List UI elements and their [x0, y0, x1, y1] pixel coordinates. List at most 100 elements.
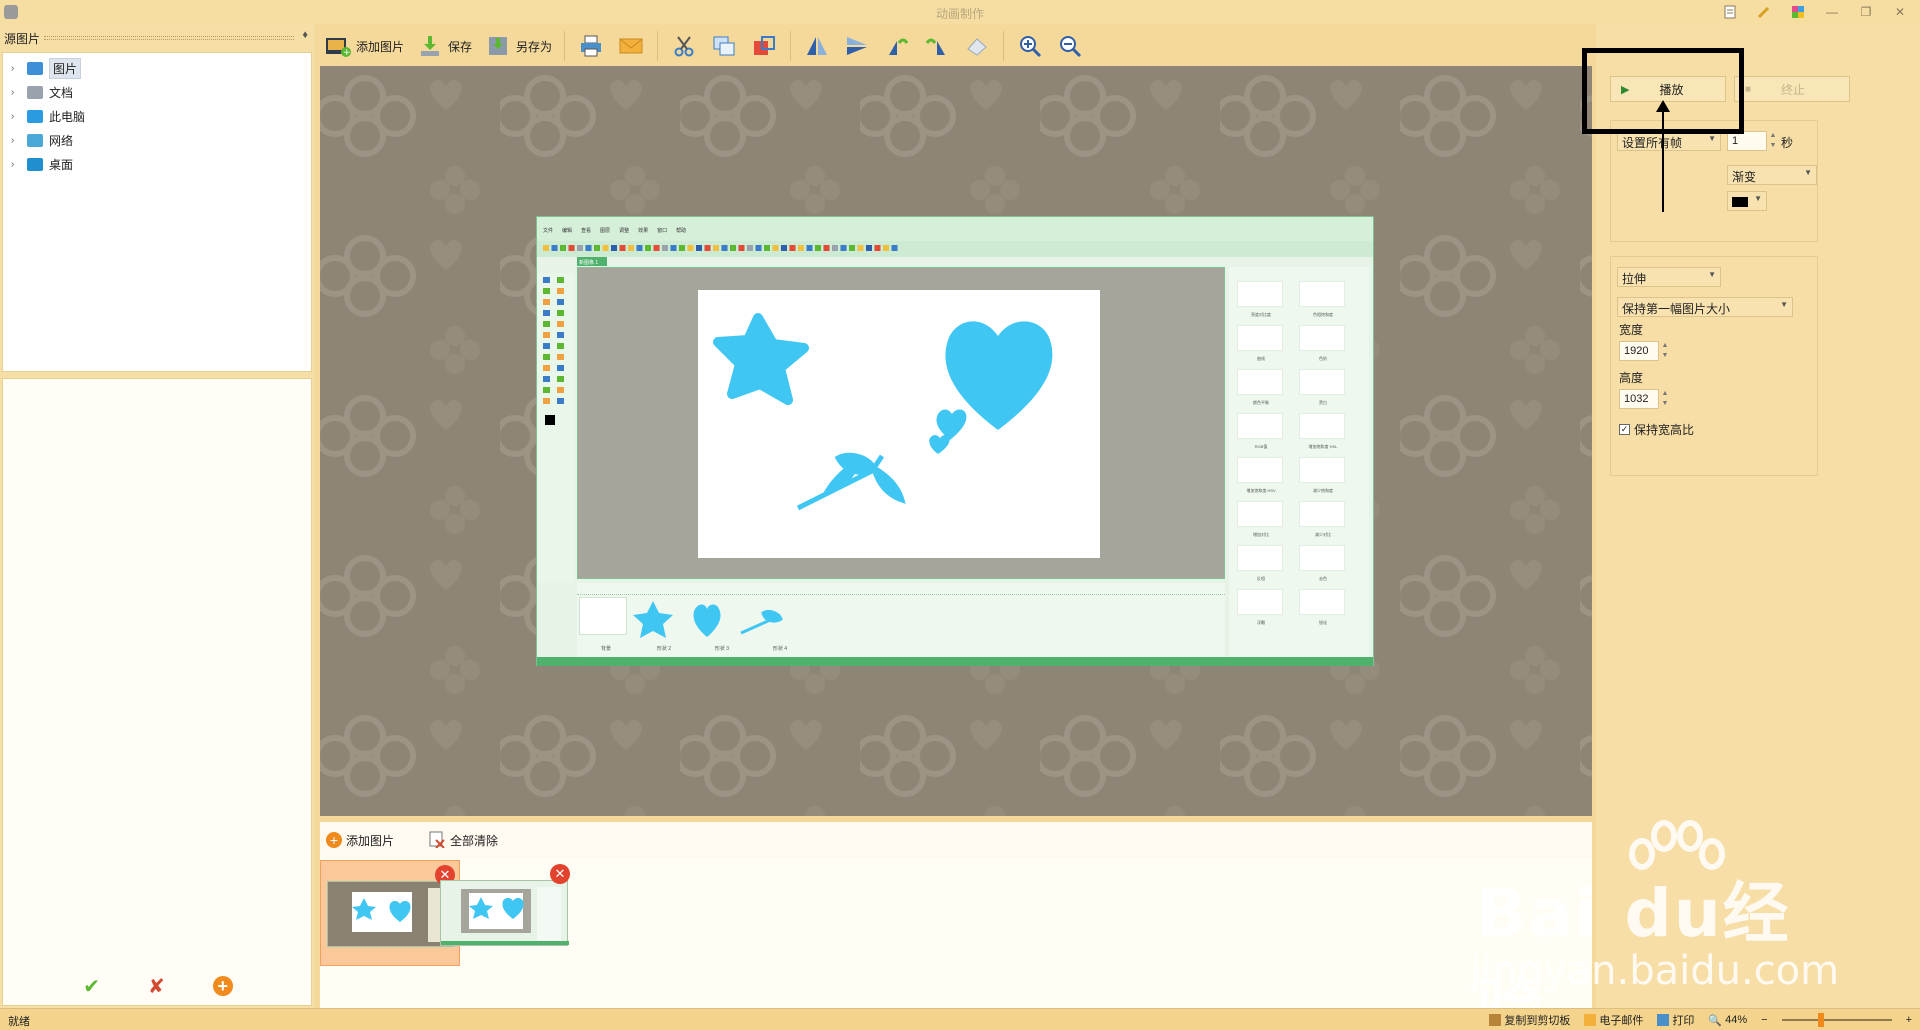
strip-add-image-button[interactable]: + 添加图片 — [326, 832, 394, 849]
preview-toolbar-icons — [543, 245, 898, 251]
stretch-dropdown[interactable]: 拉伸 ▼ — [1617, 267, 1721, 287]
preview-layer-label: 形状 3 — [714, 646, 730, 652]
print-button[interactable] — [571, 28, 611, 64]
preview-adjustment-label: 颜色平衡 — [1253, 400, 1269, 405]
preview-toolbar-icon — [832, 245, 838, 251]
chevron-right-icon[interactable]: › — [11, 87, 21, 98]
check-icon[interactable]: ✔ — [83, 974, 100, 999]
minimize-icon[interactable]: — — [1822, 3, 1842, 21]
preview-adjustment-label: 增加饱和度 HSL — [1308, 444, 1338, 449]
preview-toolbar-icon — [551, 245, 558, 251]
resize-button[interactable] — [744, 28, 784, 64]
file-list-area[interactable]: ✔ ✘ + — [2, 378, 312, 1006]
chevron-down-icon: ▼ — [1708, 134, 1716, 143]
preview-tools — [537, 273, 575, 583]
add-circle-icon[interactable]: + — [212, 976, 233, 996]
save-as-button[interactable]: 另存为 — [478, 28, 558, 64]
preview-adjustment-label: 浮雕 — [1257, 620, 1265, 625]
tree-item-network[interactable]: › 网络 — [3, 128, 311, 152]
chevron-right-icon[interactable]: › — [11, 111, 21, 122]
copy-clipboard-button[interactable]: 复制到剪切板 — [1489, 1012, 1570, 1028]
frame-duration-input[interactable]: 1 — [1727, 131, 1767, 151]
preview-adjustment-tile: 色阶 — [1299, 325, 1345, 361]
preview-toolbar-icon — [781, 245, 787, 251]
height-input[interactable]: 1032 — [1619, 389, 1659, 409]
preview-canvas[interactable]: 文件 编辑 查看 图层 调整 效果 窗口 帮助 新图像 1 亮度对比度 色相饱和度 曲线 色阶 颜色平 — [320, 66, 1592, 816]
preview-toolbar-icon — [619, 245, 626, 251]
zoom-out-button[interactable] — [1050, 28, 1090, 64]
tree-item-this-pc[interactable]: › 此电脑 — [3, 104, 311, 128]
preview-toolbar-icon — [849, 245, 855, 251]
frame-duration-stepper[interactable]: ▲ ▼ — [1767, 131, 1779, 151]
width-stepper[interactable]: ▲ ▼ — [1659, 341, 1671, 361]
clear-all-label: 全部清除 — [450, 833, 499, 848]
email-status-button[interactable]: 电子邮件 — [1584, 1012, 1643, 1028]
transition-dropdown[interactable]: 渐变 ▼ — [1727, 165, 1817, 185]
preview-adjustment-label: 反相 — [1257, 576, 1265, 581]
size-mode-dropdown[interactable]: 保持第一幅图片大小 ▼ — [1617, 297, 1793, 317]
palette-icon[interactable] — [1788, 3, 1808, 21]
save-button[interactable]: 保存 — [410, 28, 478, 64]
chevron-down-icon: ▼ — [1780, 300, 1788, 309]
keep-ratio-checkbox[interactable]: ✓ 保持宽高比 — [1619, 421, 1694, 438]
clear-all-button[interactable]: 全部清除 — [428, 830, 498, 851]
network-icon — [27, 133, 43, 147]
rotate-button[interactable] — [957, 28, 997, 64]
chevron-right-icon[interactable]: › — [11, 63, 21, 74]
flip-horizontal-button[interactable] — [797, 28, 837, 64]
add-image-button[interactable]: + 添加图片 — [318, 28, 410, 64]
flip-vertical-button[interactable] — [837, 28, 877, 64]
chevron-right-icon[interactable]: › — [11, 135, 21, 146]
close-icon[interactable]: ✕ — [1890, 3, 1910, 21]
print-status-button[interactable]: 打印 — [1657, 1012, 1694, 1028]
delete-frame-button[interactable]: ✕ — [550, 864, 570, 884]
preview-toolbar-icon — [696, 245, 702, 251]
zoom-slider[interactable] — [1781, 1013, 1892, 1027]
chevron-right-icon[interactable]: › — [11, 159, 21, 170]
clear-all-icon — [428, 830, 446, 851]
preview-adjustment-label: 增加对比 — [1253, 532, 1269, 537]
toolbar-separator — [657, 31, 659, 61]
rotate-right-button[interactable] — [917, 28, 957, 64]
preview-tool-icon — [543, 277, 550, 283]
cut-button[interactable] — [664, 28, 704, 64]
copy-button[interactable] — [704, 28, 744, 64]
tree-item-pictures[interactable]: › 图片 — [3, 56, 311, 80]
preview-menu-item: 帮助 — [676, 228, 687, 234]
preview-toolbar-icon — [653, 245, 660, 251]
preview-tool-icon — [557, 288, 564, 294]
email-status-label: 电子邮件 — [1599, 1015, 1644, 1027]
panel-grip[interactable] — [44, 36, 294, 40]
width-input[interactable]: 1920 — [1619, 341, 1659, 361]
preview-white-canvas — [698, 290, 1100, 558]
height-stepper[interactable]: ▲ ▼ — [1659, 389, 1671, 409]
preview-toolbar — [537, 241, 1373, 257]
preview-toolbar-icon — [645, 245, 651, 251]
restore-icon[interactable]: ❐ — [1856, 3, 1876, 21]
preview-tool-icon — [557, 277, 564, 283]
frame-mode-dropdown[interactable]: 设置所有帧 ▼ — [1617, 131, 1721, 151]
check-cross-icon[interactable]: ✘ — [148, 974, 165, 999]
tree-item-documents[interactable]: › 文档 — [3, 80, 311, 104]
rotate-left-button[interactable] — [877, 28, 917, 64]
file-icon[interactable] — [1720, 3, 1740, 21]
pen-icon[interactable] — [1754, 3, 1774, 21]
tree-item-desktop[interactable]: › 桌面 — [3, 152, 311, 176]
stop-button[interactable]: ■ 终止 — [1734, 76, 1850, 102]
pin-icon[interactable]: ♦ — [302, 29, 308, 41]
zoom-in-button[interactable] — [1010, 28, 1050, 64]
zoom-out-small-button[interactable]: − — [1761, 1014, 1767, 1026]
email-button[interactable] — [611, 28, 651, 64]
preview-tool-icon — [557, 376, 564, 382]
preview-adjustment-panel: 亮度对比度 色相饱和度 曲线 色阶 颜色平衡 黑白 RGB值 增加饱和度 HSL 增加饱和度 H… — [1229, 267, 1369, 661]
frame-thumbnail[interactable]: ✕ — [434, 860, 574, 966]
preview-tool-icon — [543, 321, 550, 327]
preview-toolbar-icon — [866, 245, 872, 251]
color-picker[interactable]: ▼ — [1727, 191, 1767, 211]
save-icon — [416, 32, 444, 60]
zoom-in-small-button[interactable]: + — [1906, 1014, 1912, 1026]
zoom-slider-thumb[interactable] — [1817, 1013, 1824, 1027]
tree-item-label: 图片 — [49, 57, 82, 79]
preview-layer-strip: 背景 形状 2 形状 3 形状 4 — [577, 583, 1225, 661]
preview-toolbar-icon — [713, 245, 719, 251]
